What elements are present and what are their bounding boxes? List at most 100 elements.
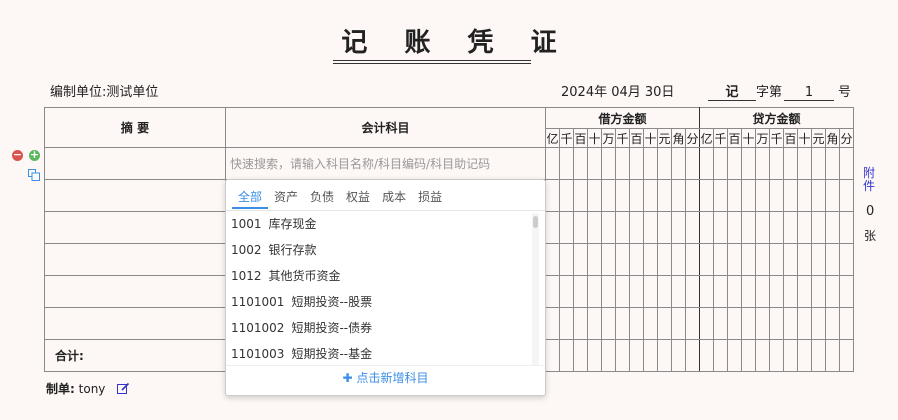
credit-amount-cell[interactable]	[755, 339, 770, 372]
debit-amount-cell[interactable]	[601, 211, 616, 244]
debit-amount-cell[interactable]	[615, 211, 630, 244]
credit-amount-cell[interactable]	[741, 275, 756, 308]
credit-amount-cell[interactable]	[727, 339, 742, 372]
debit-amount-cell[interactable]	[559, 179, 574, 212]
debit-amount-cell[interactable]	[671, 275, 686, 308]
credit-amount-cell[interactable]	[699, 275, 714, 308]
credit-amount-cell[interactable]	[811, 307, 826, 340]
credit-amount-cell[interactable]	[839, 307, 854, 340]
debit-amount-cell[interactable]	[545, 275, 560, 308]
edit-icon[interactable]	[117, 380, 130, 394]
credit-amount-cell[interactable]	[769, 339, 784, 372]
debit-amount-cell[interactable]	[601, 179, 616, 212]
dropdown-scrollbar[interactable]	[533, 216, 538, 228]
debit-amount-cell[interactable]	[587, 339, 602, 372]
account-option[interactable]: 1002 银行存款	[231, 237, 317, 263]
credit-amount-cell[interactable]	[699, 243, 714, 276]
dropdown-tab[interactable]: 负债	[304, 187, 340, 207]
debit-amount-cell[interactable]	[685, 275, 700, 308]
credit-amount-cell[interactable]	[825, 339, 840, 372]
credit-amount-cell[interactable]	[797, 179, 812, 212]
debit-amount-cell[interactable]	[657, 179, 672, 212]
account-option[interactable]: 1101002 短期投资--债券	[231, 315, 372, 341]
credit-amount-cell[interactable]	[839, 179, 854, 212]
debit-amount-cell[interactable]	[573, 275, 588, 308]
debit-amount-cell[interactable]	[671, 307, 686, 340]
debit-amount-cell[interactable]	[657, 211, 672, 244]
credit-amount-cell[interactable]	[755, 275, 770, 308]
credit-amount-cell[interactable]	[839, 211, 854, 244]
credit-amount-cell[interactable]	[713, 179, 728, 212]
debit-amount-cell[interactable]	[545, 307, 560, 340]
credit-amount-cell[interactable]	[797, 275, 812, 308]
credit-amount-cell[interactable]	[783, 339, 798, 372]
summary-cell[interactable]	[44, 243, 226, 276]
debit-amount-cell[interactable]	[587, 211, 602, 244]
credit-amount-cell[interactable]	[839, 275, 854, 308]
debit-amount-cell[interactable]	[629, 243, 644, 276]
debit-amount-cell[interactable]	[629, 211, 644, 244]
debit-amount-cell[interactable]	[643, 243, 658, 276]
credit-amount-cell[interactable]	[769, 243, 784, 276]
credit-amount-cell[interactable]	[811, 211, 826, 244]
credit-amount-cell[interactable]	[783, 211, 798, 244]
debit-amount-cell[interactable]	[559, 147, 574, 180]
dropdown-tab[interactable]: 资产	[268, 187, 304, 207]
debit-amount-cell[interactable]	[685, 243, 700, 276]
credit-amount-cell[interactable]	[811, 147, 826, 180]
credit-amount-cell[interactable]	[839, 147, 854, 180]
debit-amount-cell[interactable]	[573, 179, 588, 212]
credit-amount-cell[interactable]	[797, 307, 812, 340]
credit-amount-cell[interactable]	[811, 339, 826, 372]
credit-amount-cell[interactable]	[783, 147, 798, 180]
summary-cell[interactable]	[44, 179, 226, 212]
debit-amount-cell[interactable]	[545, 339, 560, 372]
account-option[interactable]: 1101001 短期投资--股票	[231, 289, 372, 315]
credit-amount-cell[interactable]	[769, 275, 784, 308]
credit-amount-cell[interactable]	[699, 211, 714, 244]
dropdown-scrolltrack[interactable]	[532, 213, 539, 365]
debit-amount-cell[interactable]	[615, 243, 630, 276]
attachment-link[interactable]: 附件	[863, 167, 875, 193]
credit-amount-cell[interactable]	[811, 179, 826, 212]
debit-amount-cell[interactable]	[629, 275, 644, 308]
debit-amount-cell[interactable]	[601, 275, 616, 308]
credit-amount-cell[interactable]	[825, 275, 840, 308]
credit-amount-cell[interactable]	[783, 307, 798, 340]
credit-amount-cell[interactable]	[699, 339, 714, 372]
credit-amount-cell[interactable]	[797, 211, 812, 244]
credit-amount-cell[interactable]	[699, 307, 714, 340]
dropdown-tab[interactable]: 损益	[412, 187, 448, 207]
debit-amount-cell[interactable]	[601, 307, 616, 340]
credit-amount-cell[interactable]	[727, 243, 742, 276]
credit-amount-cell[interactable]	[713, 243, 728, 276]
credit-amount-cell[interactable]	[741, 211, 756, 244]
account-option[interactable]: 1012 其他货币资金	[231, 263, 341, 289]
debit-amount-cell[interactable]	[629, 179, 644, 212]
debit-amount-cell[interactable]	[587, 275, 602, 308]
debit-amount-cell[interactable]	[685, 147, 700, 180]
debit-amount-cell[interactable]	[671, 147, 686, 180]
debit-amount-cell[interactable]	[573, 307, 588, 340]
debit-amount-cell[interactable]	[601, 243, 616, 276]
debit-amount-cell[interactable]	[559, 307, 574, 340]
debit-amount-cell[interactable]	[559, 339, 574, 372]
debit-amount-cell[interactable]	[573, 211, 588, 244]
credit-amount-cell[interactable]	[797, 147, 812, 180]
credit-amount-cell[interactable]	[783, 243, 798, 276]
debit-amount-cell[interactable]	[559, 243, 574, 276]
credit-amount-cell[interactable]	[713, 147, 728, 180]
debit-amount-cell[interactable]	[545, 211, 560, 244]
debit-amount-cell[interactable]	[657, 275, 672, 308]
credit-amount-cell[interactable]	[713, 275, 728, 308]
debit-amount-cell[interactable]	[573, 339, 588, 372]
credit-amount-cell[interactable]	[825, 179, 840, 212]
debit-amount-cell[interactable]	[545, 243, 560, 276]
credit-amount-cell[interactable]	[811, 275, 826, 308]
credit-amount-cell[interactable]	[755, 243, 770, 276]
credit-amount-cell[interactable]	[741, 243, 756, 276]
debit-amount-cell[interactable]	[545, 147, 560, 180]
credit-amount-cell[interactable]	[769, 147, 784, 180]
add-account-button[interactable]: ✚ 点击新增科目	[226, 369, 545, 386]
dropdown-tab[interactable]: 全部	[232, 187, 269, 209]
